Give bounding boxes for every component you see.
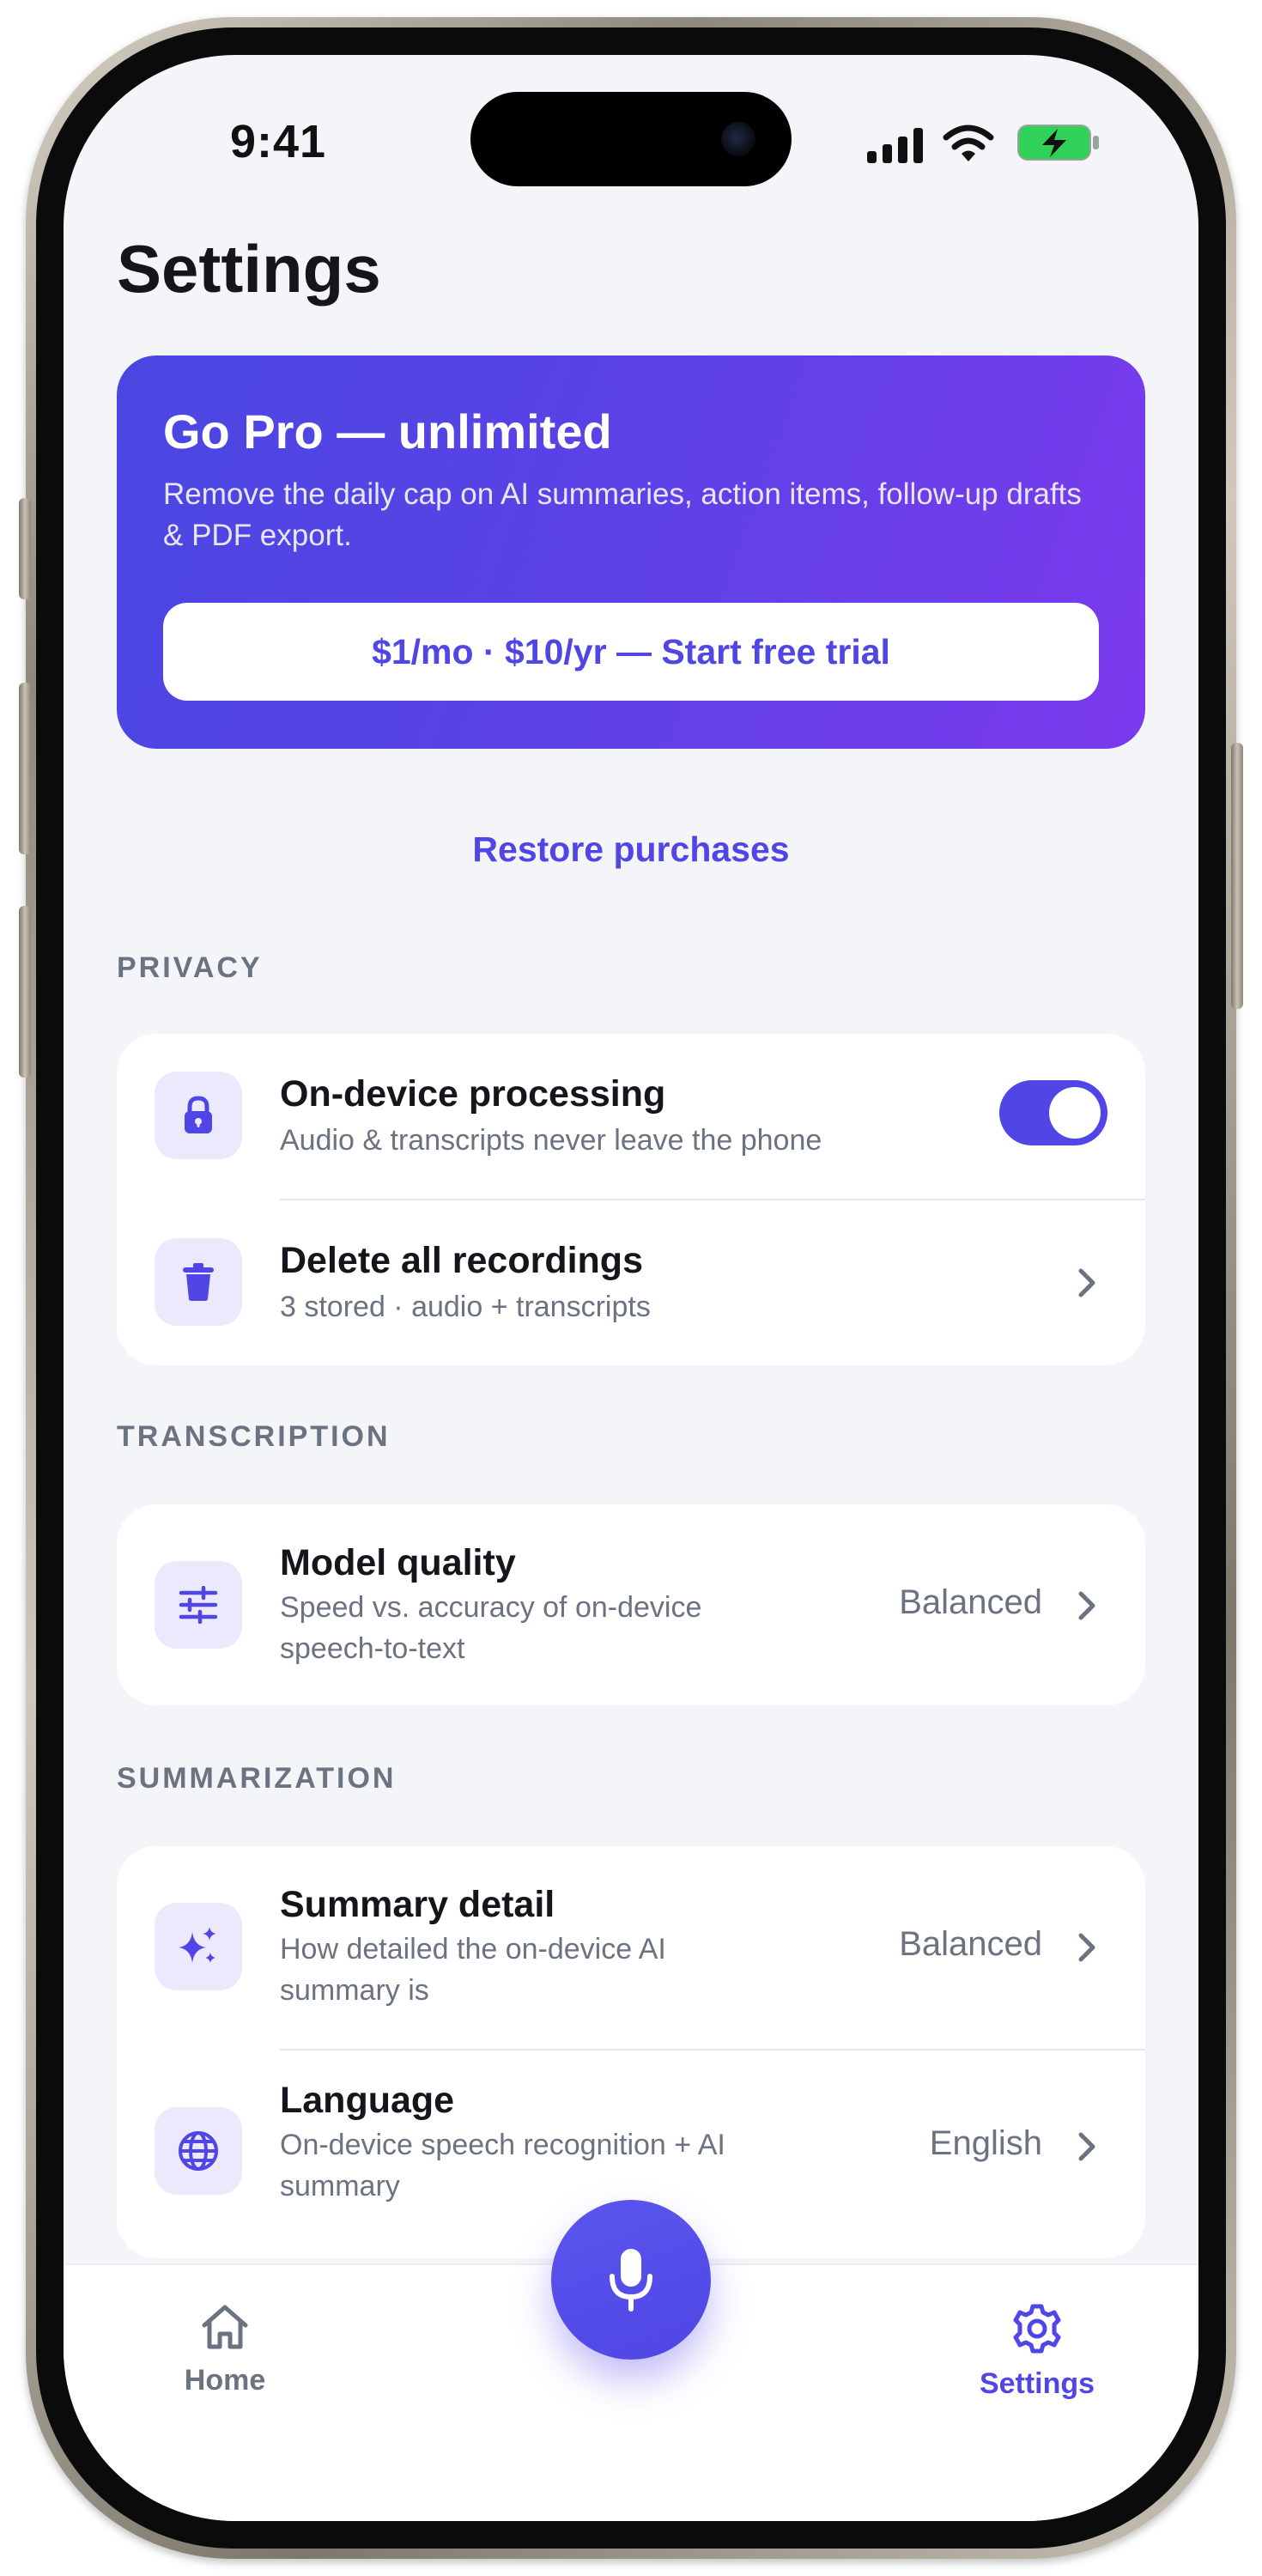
summary-detail-subtitle-line2: summary is — [280, 1974, 429, 2007]
promo-title: Go Pro — unlimited — [163, 404, 612, 459]
on-device-processing-row[interactable]: On-device processing Audio & transcripts… — [117, 1034, 1145, 1199]
chevron-right-icon — [1078, 1933, 1095, 1962]
restore-purchases-link[interactable]: Restore purchases — [64, 829, 1198, 870]
volume-up-button — [19, 683, 31, 854]
tab-home[interactable]: Home — [122, 2303, 328, 2397]
tab-home-label: Home — [184, 2364, 266, 2397]
delete-all-recordings-row[interactable]: Delete all recordings 3 stored · audio +… — [117, 1200, 1145, 1365]
language-subtitle-line2: summary — [280, 2170, 400, 2202]
summary-detail-title: Summary detail — [280, 1884, 555, 1925]
battery-charging-icon — [1017, 125, 1099, 161]
model-quality-subtitle-line1: Speed vs. accuracy of on-device — [280, 1591, 702, 1624]
chevron-right-icon — [1078, 2132, 1095, 2161]
volume-down-button — [19, 906, 31, 1078]
delete-all-recordings-subtitle: 3 stored · audio + transcripts — [280, 1291, 651, 1323]
promo-description: Remove the daily cap on AI summaries, ac… — [163, 477, 1082, 552]
section-header-transcription: TRANSCRIPTION — [117, 1420, 391, 1453]
summary-detail-subtitle-line1: How detailed the on-device AI — [280, 1933, 666, 1965]
globe-icon — [155, 2107, 242, 2195]
sparkles-icon — [155, 1903, 242, 1990]
language-value: English — [929, 2124, 1042, 2162]
wifi-icon — [943, 125, 994, 161]
model-quality-value: Balanced — [899, 1583, 1042, 1621]
trash-icon — [155, 1238, 242, 1326]
microphone-icon — [610, 2249, 652, 2312]
summary-detail-value: Balanced — [899, 1925, 1042, 1963]
summary-detail-row[interactable]: Summary detail How detailed the on-devic… — [117, 1846, 1145, 2049]
section-header-summarization: SUMMARIZATION — [117, 1762, 397, 1795]
privacy-card: On-device processing Audio & transcripts… — [117, 1034, 1145, 1365]
record-button[interactable] — [551, 2200, 711, 2360]
page-title: Settings — [117, 231, 381, 307]
model-quality-subtitle-line2: speech-to-text — [280, 1632, 465, 1665]
side-button — [1231, 743, 1243, 1009]
sliders-icon — [155, 1561, 242, 1649]
front-camera — [721, 122, 755, 156]
silent-switch — [19, 498, 31, 599]
toggle-knob — [1049, 1087, 1101, 1139]
language-title: Language — [280, 2080, 455, 2121]
tab-settings[interactable]: Settings — [934, 2303, 1140, 2401]
start-free-trial-button[interactable]: $1/mo · $10/yr — Start free trial — [163, 603, 1099, 701]
on-device-processing-subtitle: Audio & transcripts never leave the phon… — [280, 1124, 822, 1157]
transcription-card: Model quality Speed vs. accuracy of on-d… — [117, 1504, 1145, 1705]
on-device-processing-toggle[interactable] — [999, 1080, 1107, 1145]
chevron-right-icon — [1078, 1268, 1095, 1297]
language-subtitle-line1: On-device speech recognition + AI — [280, 2129, 725, 2161]
summarization-card: Summary detail How detailed the on-devic… — [117, 1846, 1145, 2258]
gear-icon — [1013, 2304, 1061, 2354]
home-icon — [202, 2305, 248, 2349]
model-quality-title: Model quality — [280, 1542, 516, 1583]
chevron-right-icon — [1078, 1591, 1095, 1620]
pro-upgrade-card: Go Pro — unlimited Remove the daily cap … — [117, 355, 1145, 749]
lock-icon — [155, 1072, 242, 1159]
section-header-privacy: PRIVACY — [117, 951, 263, 984]
status-time: 9:41 — [230, 116, 327, 167]
signal-icon — [867, 128, 923, 163]
tab-settings-label: Settings — [979, 2367, 1095, 2400]
screen: 9:41 Settings Go Pro — unlimited Remove … — [64, 55, 1198, 2521]
model-quality-row[interactable]: Model quality Speed vs. accuracy of on-d… — [117, 1504, 1145, 1705]
delete-all-recordings-title: Delete all recordings — [280, 1240, 643, 1281]
on-device-processing-title: On-device processing — [280, 1073, 666, 1115]
